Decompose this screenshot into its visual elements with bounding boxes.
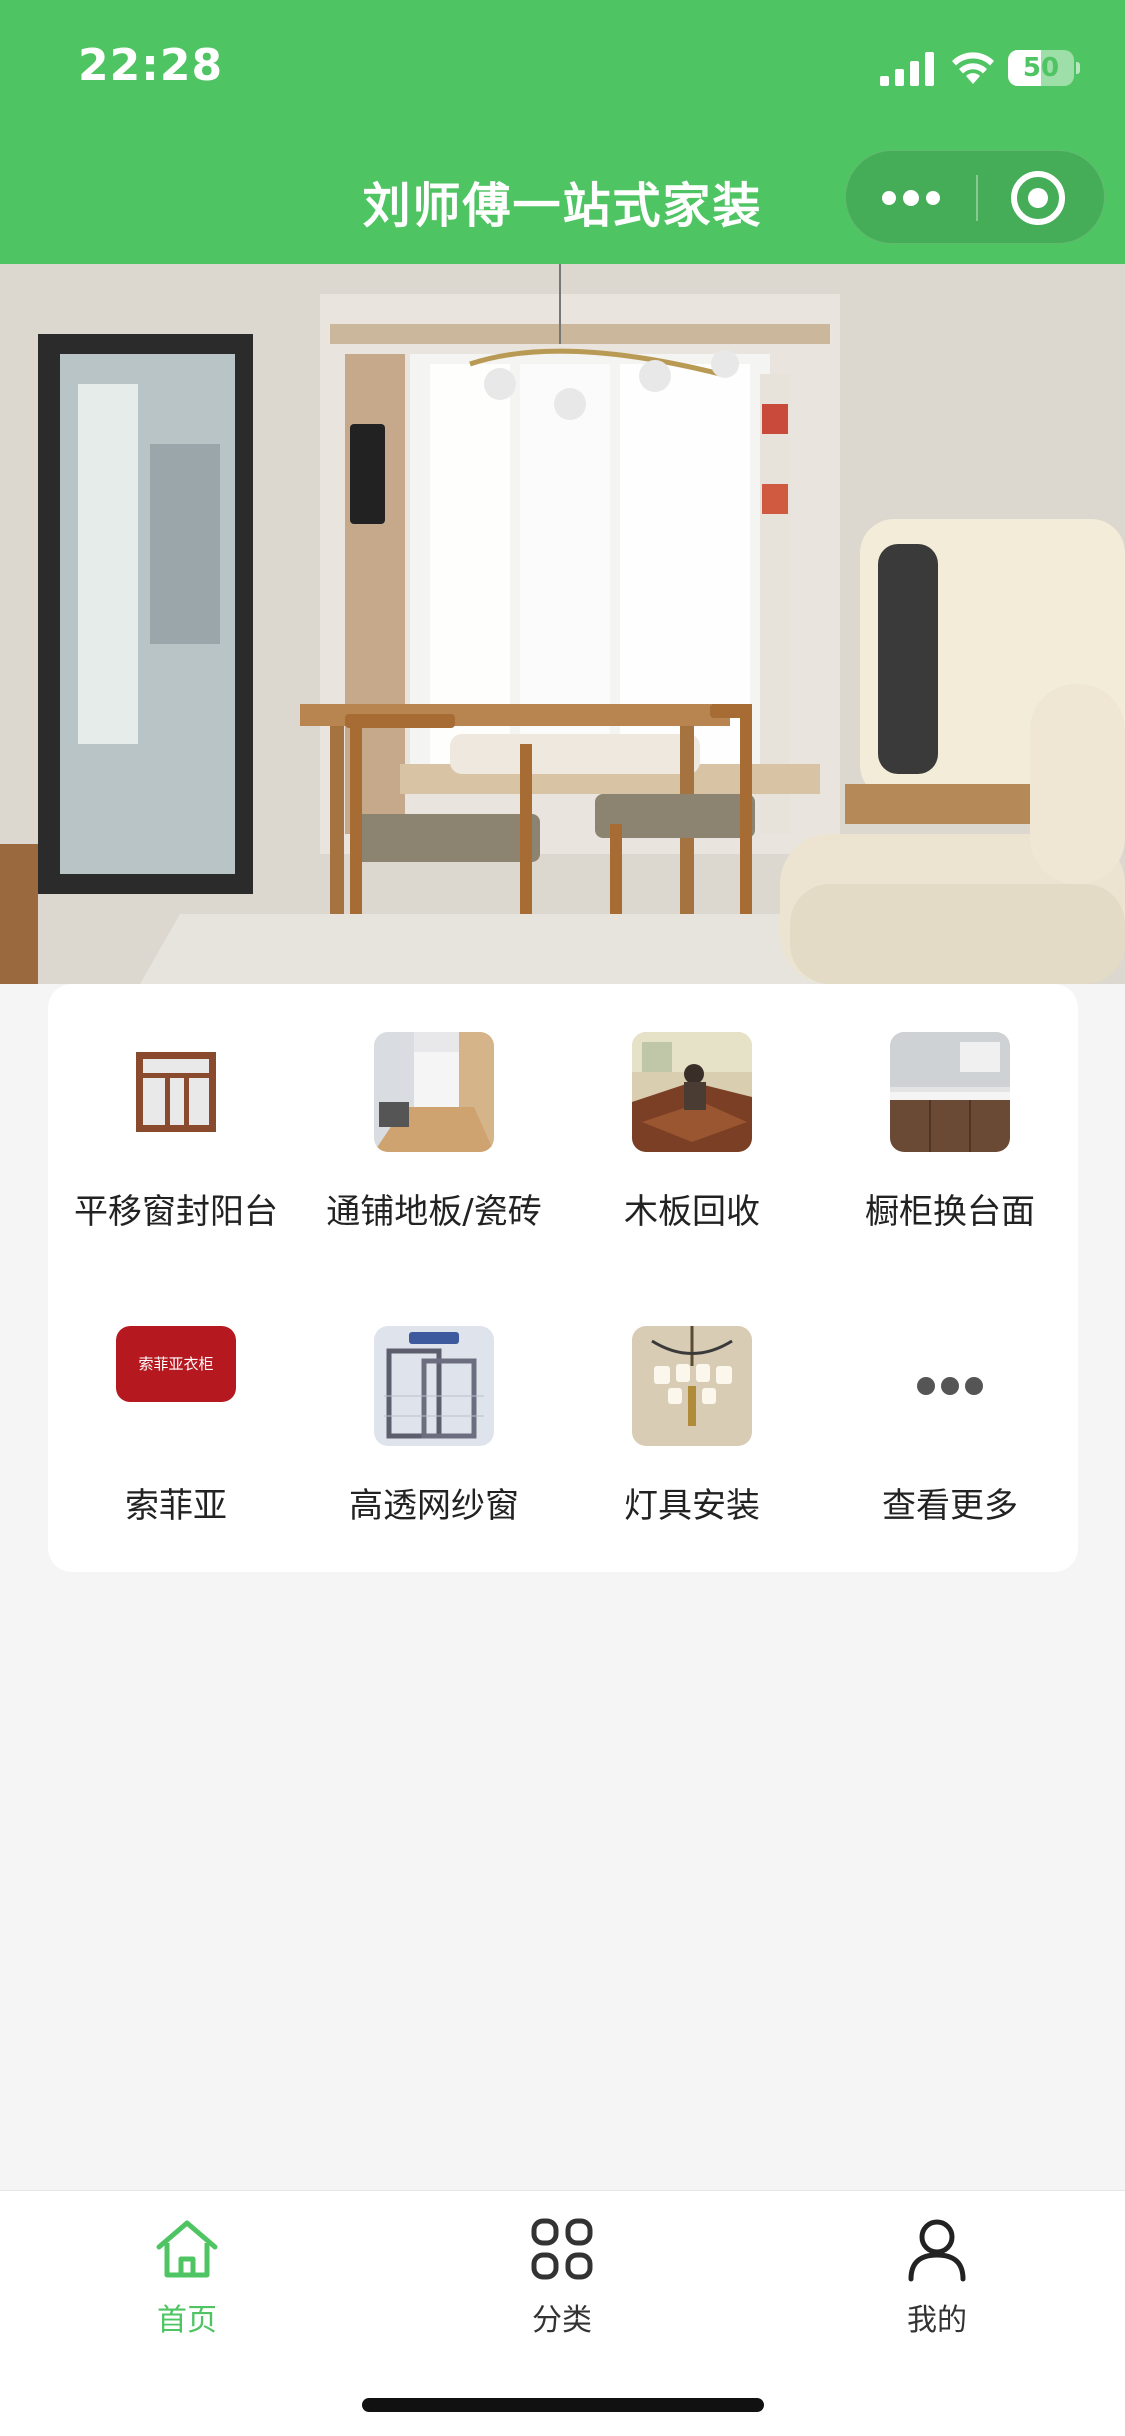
grid-label: 橱柜换台面 xyxy=(865,1192,1035,1232)
battery-icon: 50 xyxy=(1008,50,1080,86)
grid-label: 平移窗封阳台 xyxy=(74,1192,278,1232)
status-time: 22:28 xyxy=(78,40,224,91)
sliding-window-thumb xyxy=(116,1032,236,1152)
sofia-logo: 索菲亚衣柜 xyxy=(116,1326,236,1402)
tab-category[interactable]: 分类 xyxy=(462,2207,662,2338)
grid-item-view-more[interactable]: 查看更多 xyxy=(822,1278,1078,1526)
grid-item-kitchen-counter[interactable]: 橱柜换台面 xyxy=(822,984,1078,1232)
header-bar: 22:28 50 刘师傅一站式家装 xyxy=(0,0,1125,264)
grid-item-sofia[interactable]: 索菲亚衣柜 索菲亚 xyxy=(48,1278,304,1526)
capsule-divider xyxy=(976,175,978,221)
tab-label: 首页 xyxy=(157,2303,217,2338)
tab-label: 分类 xyxy=(532,2303,592,2338)
home-icon xyxy=(156,2220,218,2278)
battery-level: 50 xyxy=(1022,53,1060,83)
close-miniprogram-icon[interactable] xyxy=(1008,168,1068,228)
service-grid-card: 平移窗封阳台 通铺地板/瓷砖 木板回收 橱柜换台面 索菲亚衣柜 索菲亚 高透网纱… xyxy=(48,984,1078,1572)
grid-item-wood-recycle[interactable]: 木板回收 xyxy=(564,984,820,1232)
grid-item-sliding-window[interactable]: 平移窗封阳台 xyxy=(48,984,304,1232)
grid-label: 木板回收 xyxy=(624,1192,760,1232)
tab-label: 我的 xyxy=(907,2303,967,2338)
grid-item-floor-tile[interactable]: 通铺地板/瓷砖 xyxy=(306,984,562,1232)
floor-tile-thumb xyxy=(374,1032,494,1152)
signal-icon xyxy=(880,52,934,86)
grid-label: 灯具安装 xyxy=(624,1486,760,1526)
kitchen-counter-thumb xyxy=(890,1032,1010,1152)
sofia-brand-thumb: 索菲亚衣柜 xyxy=(116,1326,236,1446)
more-icon[interactable] xyxy=(876,173,946,223)
grid-label: 通铺地板/瓷砖 xyxy=(326,1192,542,1232)
category-icon xyxy=(531,2218,593,2280)
wood-recycle-thumb xyxy=(632,1032,752,1152)
miniprogram-capsule xyxy=(845,150,1105,244)
banner-carousel[interactable] xyxy=(0,264,1125,984)
tab-profile[interactable]: 我的 xyxy=(837,2207,1037,2338)
tab-home[interactable]: 首页 xyxy=(87,2207,287,2338)
banner-image xyxy=(0,264,1125,984)
lamp-install-thumb xyxy=(632,1326,752,1446)
grid-label: 高透网纱窗 xyxy=(349,1486,519,1526)
wifi-icon xyxy=(952,52,994,84)
more-dots-icon xyxy=(917,1377,983,1395)
profile-icon xyxy=(908,2219,966,2282)
grid-item-lamp-install[interactable]: 灯具安装 xyxy=(564,1278,820,1526)
grid-label: 查看更多 xyxy=(882,1486,1018,1526)
grid-label: 索菲亚 xyxy=(125,1486,227,1526)
grid-item-screen-window[interactable]: 高透网纱窗 xyxy=(306,1278,562,1526)
screen-window-thumb xyxy=(374,1326,494,1446)
home-indicator xyxy=(362,2398,764,2412)
